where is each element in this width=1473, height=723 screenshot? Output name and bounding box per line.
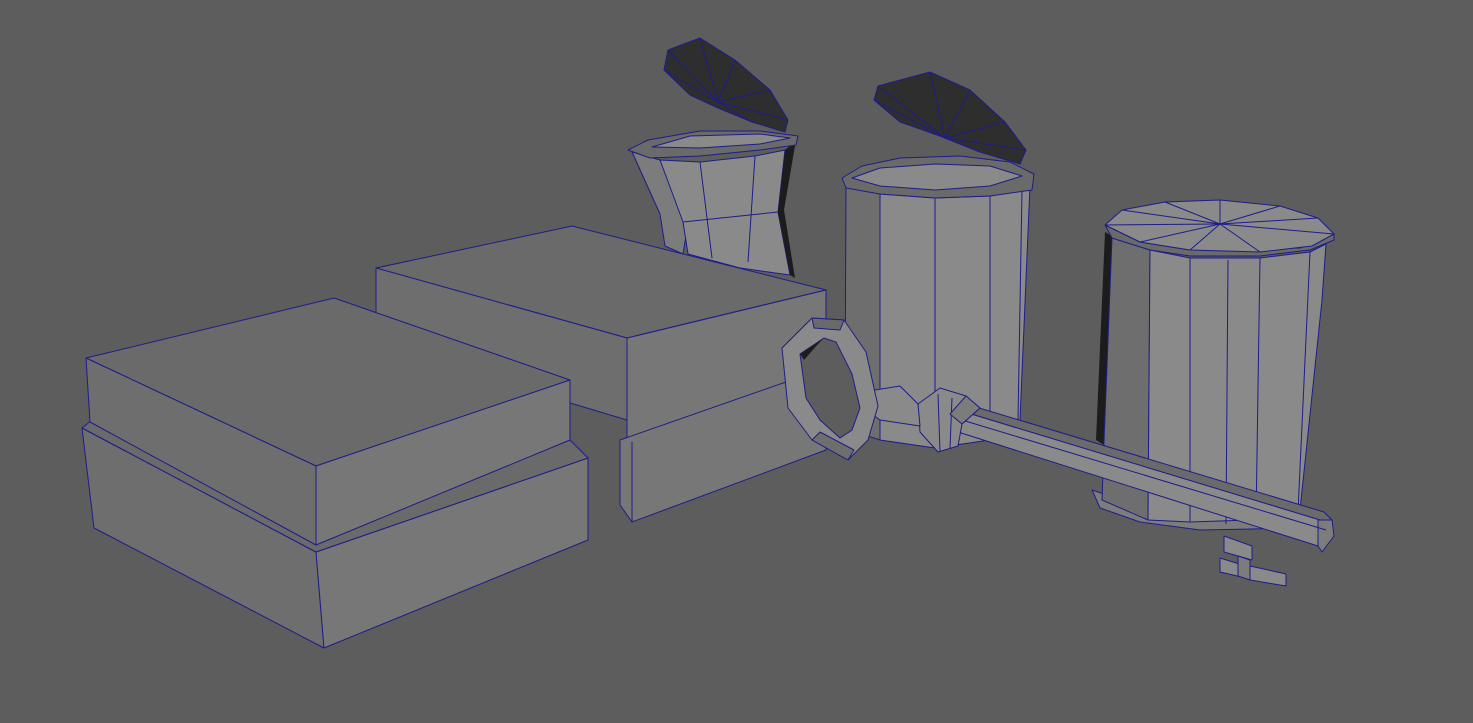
3d-viewport[interactable] <box>0 0 1473 723</box>
jar-small-lid <box>663 37 789 133</box>
key-bow-top <box>811 317 845 331</box>
jar-small-open[interactable] <box>627 37 799 278</box>
scene-canvas[interactable] <box>0 0 1473 723</box>
key-teeth <box>1219 535 1287 587</box>
jar-middle-lid <box>873 71 1027 165</box>
key-shaft-end <box>1317 519 1335 553</box>
